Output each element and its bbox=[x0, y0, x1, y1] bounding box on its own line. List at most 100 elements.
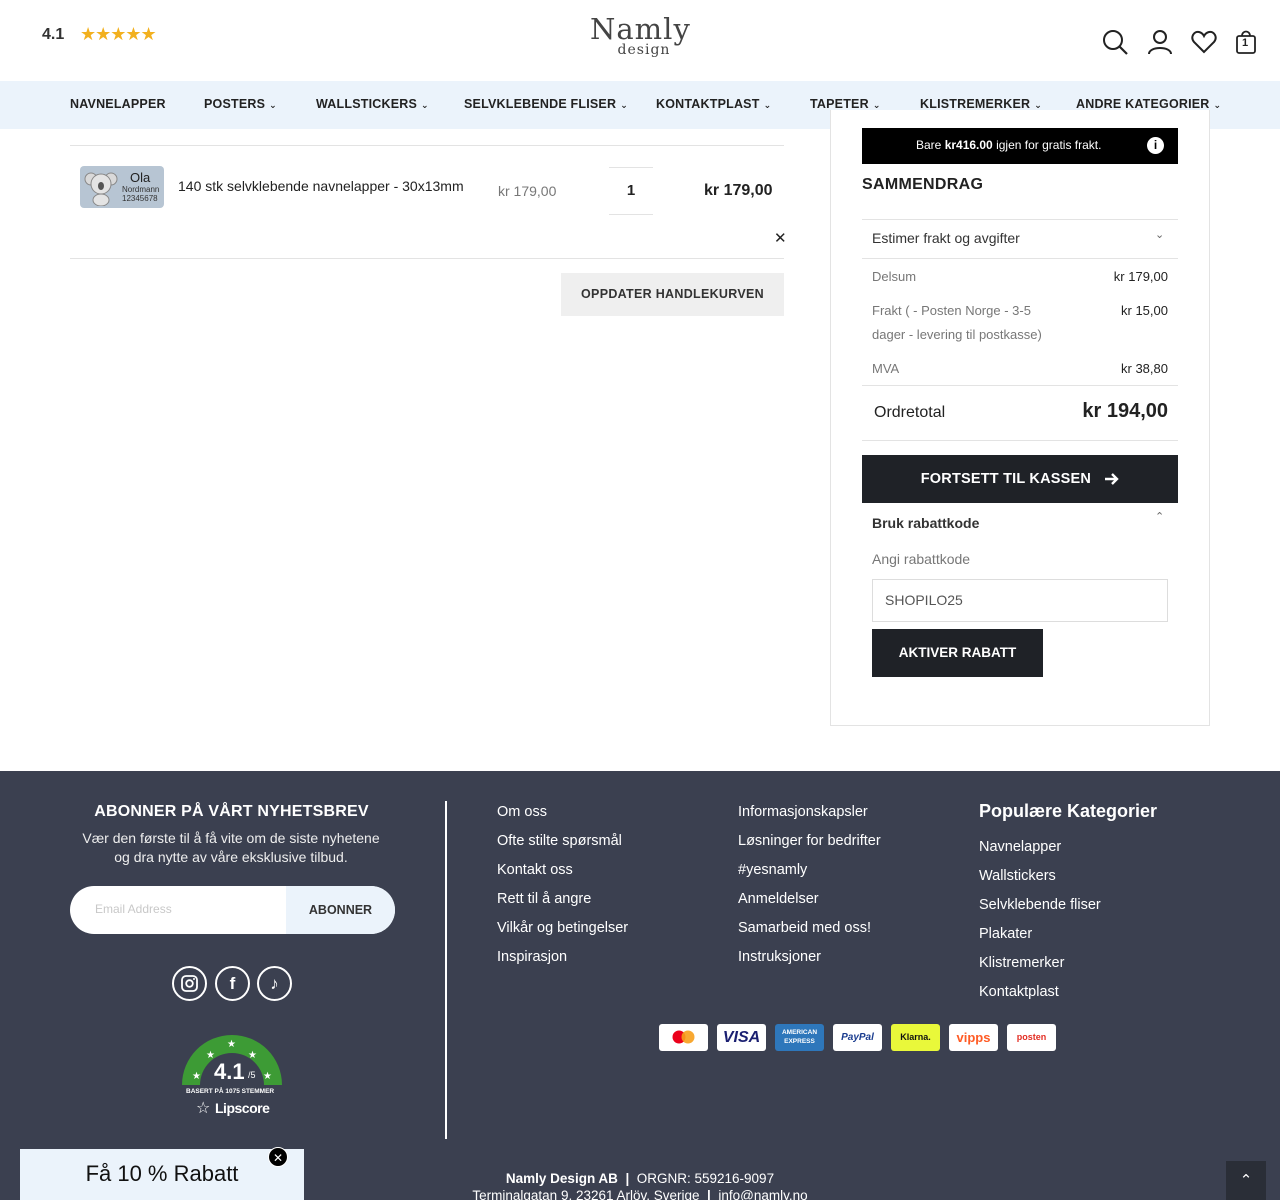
footer-link[interactable]: Om oss bbox=[497, 804, 547, 820]
chevron-down-icon: ⌄ bbox=[269, 100, 277, 110]
divider bbox=[70, 145, 784, 146]
email-input[interactable]: Email Address bbox=[95, 902, 172, 916]
nav-wallstickers[interactable]: WALLSTICKERS ⌄ bbox=[316, 97, 429, 111]
footer-category-link[interactable]: Wallstickers bbox=[979, 868, 1056, 884]
paypal-icon: PayPal bbox=[833, 1024, 882, 1051]
svg-text:★: ★ bbox=[227, 1039, 236, 1050]
facebook-icon[interactable]: f bbox=[215, 966, 250, 1001]
subtotal-value: kr 179,00 bbox=[1113, 269, 1168, 284]
klarna-icon: Klarna. bbox=[891, 1024, 940, 1051]
chevron-down-icon[interactable]: ⌄ bbox=[1155, 228, 1164, 241]
order-total-value: kr 194,00 bbox=[1082, 400, 1168, 422]
chevron-up-icon[interactable]: ⌃ bbox=[1155, 510, 1164, 523]
logo-text: Namly bbox=[590, 12, 691, 46]
svg-text:★: ★ bbox=[263, 1071, 272, 1082]
svg-text:★: ★ bbox=[192, 1071, 201, 1082]
footer-category-link[interactable]: Kontaktplast bbox=[979, 984, 1059, 1000]
footer-link[interactable]: Samarbeid med oss! bbox=[738, 920, 871, 936]
mastercard-icon bbox=[659, 1024, 708, 1051]
footer-link[interactable]: #yesnamly bbox=[738, 862, 807, 878]
free-shipping-banner: Bare kr416.00 igjen for gratis frakt. i bbox=[862, 128, 1178, 164]
nav-klistremerker[interactable]: KLISTREMERKER ⌄ bbox=[920, 97, 1042, 111]
item-name[interactable]: 140 stk selvklebende navnelapper - 30x13… bbox=[178, 178, 464, 194]
nav-andre-kategorier[interactable]: ANDRE KATEGORIER ⌄ bbox=[1076, 97, 1221, 111]
footer-link[interactable]: Inspirasjon bbox=[497, 949, 567, 965]
search-icon[interactable] bbox=[1101, 28, 1129, 56]
coupon-toggle[interactable]: Bruk rabattkode bbox=[872, 515, 979, 531]
product-thumbnail[interactable]: Ola Nordmann 12345678 bbox=[80, 166, 164, 208]
subtotal-label: Delsum bbox=[872, 269, 917, 284]
lipscore-star-icon: ☆ bbox=[196, 1100, 211, 1117]
footer-category-link[interactable]: Navnelapper bbox=[979, 839, 1061, 855]
quantity-input[interactable]: 1 bbox=[609, 167, 653, 215]
site-header: 4.1 ★★★★★ Namly design 1 bbox=[0, 0, 1280, 81]
info-icon[interactable]: i bbox=[1147, 137, 1164, 154]
update-cart-button[interactable]: OPPDATER HANDLEKURVEN bbox=[561, 273, 784, 316]
nav-kontaktplast[interactable]: KONTAKTPLAST ⌄ bbox=[656, 97, 771, 111]
categories-title: Populære Kategorier bbox=[979, 801, 1158, 821]
arrow-right-icon bbox=[1105, 473, 1119, 485]
rating-stars[interactable]: ★★★★★ bbox=[80, 24, 157, 45]
order-total-label: Ordretotal bbox=[874, 404, 946, 421]
rating-value: 4.1 bbox=[42, 26, 65, 43]
thumb-name: Ola bbox=[130, 170, 151, 185]
posten-icon: posten bbox=[1007, 1024, 1056, 1051]
footer-divider bbox=[445, 801, 447, 1139]
vat-label: MVA bbox=[872, 361, 900, 376]
koala-icon bbox=[84, 172, 118, 206]
nav-selvklebende-fliser[interactable]: SELVKLEBENDE FLISER ⌄ bbox=[464, 97, 628, 111]
lipscore-rating: 4.1 bbox=[214, 1059, 245, 1084]
footer-link[interactable]: Instruksjoner bbox=[738, 949, 821, 965]
proceed-to-checkout-button[interactable]: FORTSETT TIL KASSEN bbox=[862, 455, 1178, 503]
chevron-down-icon: ⌄ bbox=[872, 100, 881, 110]
contact-email[interactable]: info@namly.no bbox=[718, 1188, 807, 1203]
cart-count: 1 bbox=[1242, 37, 1249, 49]
footer-link[interactable]: Løsninger for bedrifter bbox=[738, 833, 881, 849]
footer-category-link[interactable]: Plakater bbox=[979, 926, 1032, 942]
footer-category-link[interactable]: Selvklebende fliser bbox=[979, 897, 1101, 913]
footer-link[interactable]: Anmeldelser bbox=[738, 891, 819, 907]
divider bbox=[70, 258, 784, 259]
logo[interactable]: Namly design bbox=[590, 12, 691, 57]
chevron-down-icon: ⌄ bbox=[1034, 100, 1042, 110]
lipscore-scale: /5 bbox=[248, 1070, 256, 1080]
estimate-shipping-toggle[interactable]: Estimer frakt og avgifter bbox=[872, 230, 1020, 246]
nav-navnelapper[interactable]: NAVNELAPPER bbox=[70, 97, 166, 111]
thumb-phone: 12345678 bbox=[122, 194, 158, 203]
site-footer: ABONNER PÅ VÅRT NYHETSBREV Vær den først… bbox=[0, 771, 1280, 1203]
shipping-label-line1: Frakt ( - Posten Norge - 3-5 bbox=[872, 303, 1031, 318]
instagram-icon[interactable] bbox=[172, 966, 207, 1001]
coupon-code-input[interactable]: SHOPILO25 bbox=[872, 579, 1168, 622]
nav-tapeter[interactable]: TAPETER ⌄ bbox=[810, 97, 881, 111]
newsletter-description: Vær den første til å få vite om de siste… bbox=[82, 830, 380, 865]
chevron-down-icon: ⌄ bbox=[763, 100, 772, 110]
visa-icon: VISA bbox=[717, 1024, 766, 1051]
footer-link[interactable]: Ofte stilte spørsmål bbox=[497, 833, 622, 849]
scroll-to-top-button[interactable]: ⌃ bbox=[1226, 1161, 1266, 1200]
item-unit-price: kr 179,00 bbox=[498, 183, 557, 199]
subscribe-button[interactable]: ABONNER bbox=[286, 886, 395, 934]
close-icon[interactable]: ✕ bbox=[268, 1147, 288, 1167]
discount-promo-tab[interactable]: Få 10 % Rabatt bbox=[20, 1149, 304, 1200]
footer-link[interactable]: Rett til å angre bbox=[497, 891, 591, 907]
footer-link[interactable]: Kontakt oss bbox=[497, 862, 573, 878]
chevron-down-icon: ⌄ bbox=[620, 100, 628, 110]
nav-posters[interactable]: POSTERS ⌄ bbox=[204, 97, 277, 111]
amex-icon: AMERICAN EXPRESS bbox=[775, 1024, 824, 1051]
wishlist-heart-icon[interactable] bbox=[1190, 28, 1218, 56]
account-icon[interactable] bbox=[1146, 28, 1174, 56]
footer-link[interactable]: Vilkår og betingelser bbox=[497, 920, 628, 936]
chevron-down-icon: ⌄ bbox=[1213, 100, 1222, 110]
remove-item-icon[interactable]: ✕ bbox=[774, 229, 787, 247]
lipscore-brand: Lipscore bbox=[215, 1100, 270, 1116]
remaining-amount: kr416.00 bbox=[944, 138, 993, 152]
footer-category-link[interactable]: Klistremerker bbox=[979, 955, 1064, 971]
svg-text:★: ★ bbox=[248, 1050, 257, 1061]
shipping-label-line2: dager - levering til postkasse) bbox=[872, 327, 1042, 342]
tiktok-icon[interactable]: ♪ bbox=[257, 966, 292, 1001]
coupon-label: Angi rabattkode bbox=[872, 551, 971, 567]
apply-discount-button[interactable]: AKTIVER RABATT bbox=[872, 629, 1043, 677]
footer-link[interactable]: Informasjonskapsler bbox=[738, 804, 868, 820]
chevron-down-icon: ⌄ bbox=[421, 100, 429, 110]
vat-value: kr 38,80 bbox=[1121, 361, 1168, 376]
